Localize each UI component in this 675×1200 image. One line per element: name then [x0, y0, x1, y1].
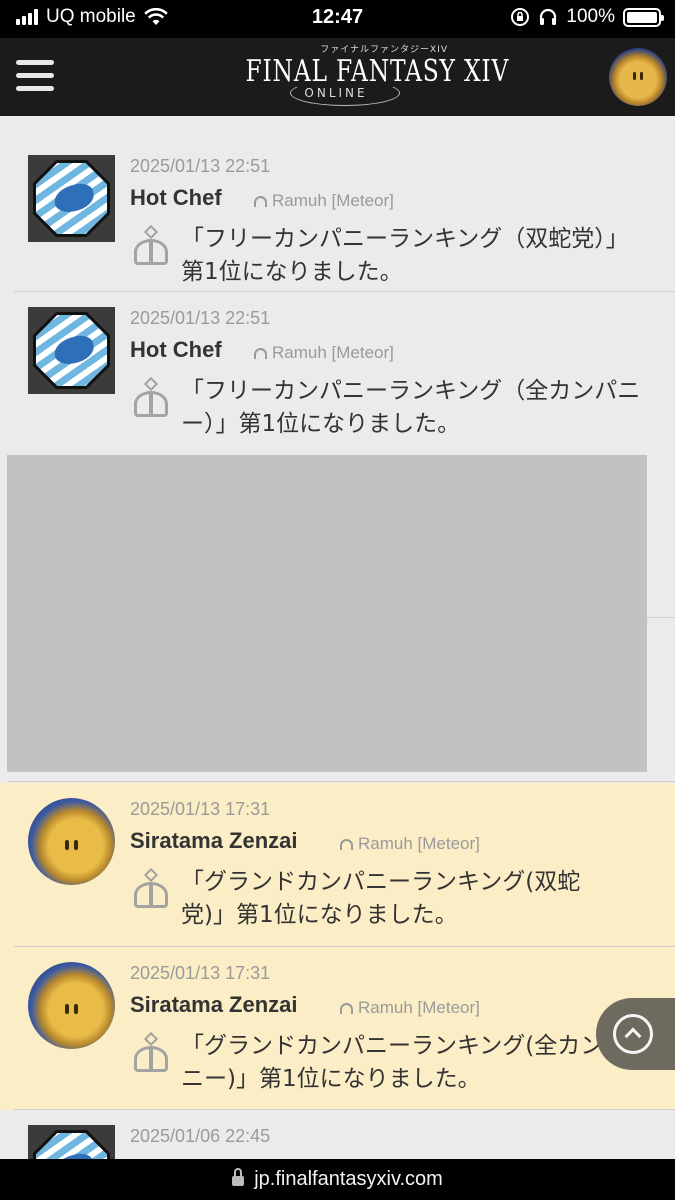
world-icon	[340, 838, 353, 850]
site-header: ファイナルファンタジーXIV FINAL FANTASY XIV ONLINE	[0, 38, 675, 116]
feed-item[interactable]: 2025/01/13 22:51 Hot Chef Ramuh [Meteor]…	[0, 128, 675, 292]
free-company-crest-avatar[interactable]	[28, 155, 115, 242]
free-company-crest-avatar[interactable]	[28, 307, 115, 394]
character-portrait-avatar[interactable]	[28, 962, 115, 1049]
browser-url-bar[interactable]: jp.finalfantasyxiv.com	[0, 1159, 675, 1200]
crown-icon	[132, 867, 170, 910]
feed-item[interactable]: 2025/01/13 17:31 Siratama Zenzai Ramuh […	[0, 783, 675, 947]
entry-world: Ramuh [Meteor]	[340, 834, 480, 854]
entry-name[interactable]: Siratama Zenzai	[130, 992, 298, 1018]
entry-name[interactable]: Hot Chef	[130, 337, 222, 363]
divider	[7, 781, 675, 782]
entry-message: 「グランドカンパニーランキング(全カンパニー)」第1位になりました。	[181, 1033, 627, 1092]
feed-item[interactable]: 2025/01/13 17:31 Siratama Zenzai Ramuh […	[0, 947, 675, 1110]
crown-icon	[132, 224, 170, 267]
logo-subtitle: ONLINE	[304, 86, 368, 100]
scroll-to-top-button[interactable]	[596, 998, 675, 1070]
lock-icon	[232, 1168, 245, 1186]
ad-side-gap	[647, 455, 675, 618]
entry-message: 「フリーカンパニーランキング（双蛇党）」第1位になりました。	[181, 226, 618, 285]
url-text: jp.finalfantasyxiv.com	[254, 1168, 443, 1190]
world-icon	[254, 195, 267, 207]
user-avatar[interactable]	[609, 48, 667, 106]
entry-date: 2025/01/13 22:51	[130, 308, 271, 328]
status-bar: UQ mobile 12:47 100%	[0, 0, 675, 38]
world-icon	[340, 1002, 353, 1014]
entry-name[interactable]: Hot Chef	[130, 185, 222, 211]
chevron-up-icon	[613, 1014, 653, 1054]
rotation-lock-icon	[511, 8, 530, 26]
entry-message: 「グランドカンパニーランキング(双蛇党)」第1位になりました。	[181, 869, 581, 928]
entry-date: 2025/01/13 22:51	[130, 156, 271, 176]
entry-name[interactable]: Siratama Zenzai	[130, 828, 298, 854]
entry-world: Ramuh [Meteor]	[254, 343, 394, 363]
ffxiv-logo[interactable]: ファイナルファンタジーXIV FINAL FANTASY XIV ONLINE	[220, 40, 508, 112]
entry-date: 2025/01/13 17:31	[130, 799, 271, 819]
menu-icon	[16, 60, 54, 65]
feed-item[interactable]: 2025/01/13 22:51 Hot Chef Ramuh [Meteor]…	[0, 292, 675, 455]
headphones-icon	[540, 8, 557, 25]
crown-icon	[132, 1031, 170, 1074]
battery-icon	[623, 7, 664, 27]
ad-placeholder	[7, 455, 647, 772]
free-company-crest-avatar[interactable]	[28, 1125, 115, 1160]
character-portrait-avatar[interactable]	[28, 798, 115, 885]
entry-date: 2025/01/13 17:31	[130, 963, 271, 983]
entry-message: 「フリーカンパニーランキング（全カンパニー）」第1位になりました。	[181, 378, 641, 437]
world-icon	[254, 347, 267, 359]
battery-percent: 100%	[566, 6, 615, 27]
entry-world: Ramuh [Meteor]	[254, 191, 394, 211]
status-right: 100%	[510, 6, 664, 28]
crown-icon	[132, 376, 170, 419]
entry-world: Ramuh [Meteor]	[340, 998, 480, 1018]
feed-item[interactable]: 2025/01/06 22:45	[0, 1110, 675, 1160]
hamburger-menu-button[interactable]	[16, 58, 54, 94]
entry-date: 2025/01/06 22:45	[130, 1126, 271, 1146]
